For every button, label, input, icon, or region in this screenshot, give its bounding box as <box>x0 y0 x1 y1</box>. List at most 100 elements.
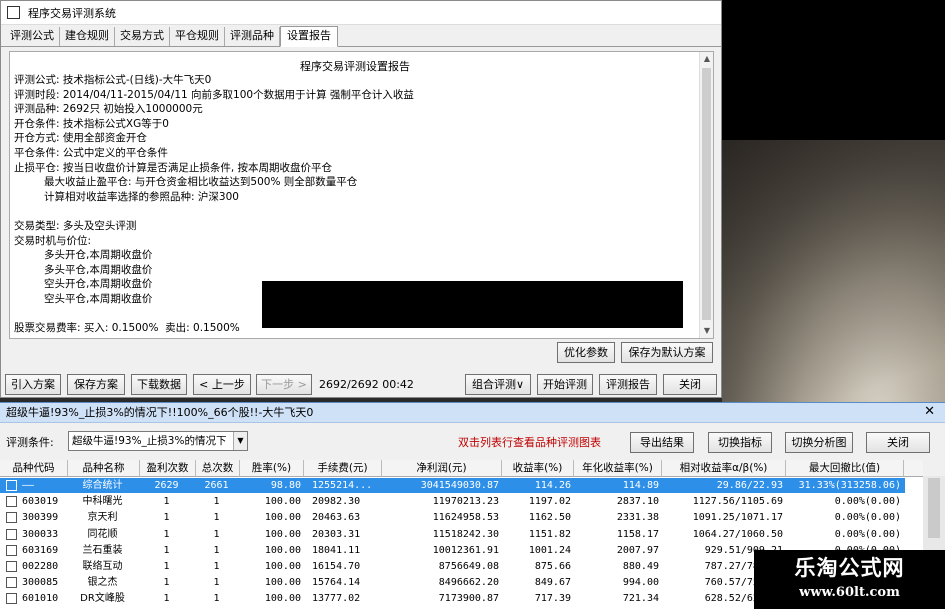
combo-eval-button[interactable]: 组合评测∨ <box>465 374 531 395</box>
table-cell: 1 <box>163 544 170 556</box>
row-checkbox[interactable] <box>6 480 17 491</box>
table-cell: 同花顺 <box>87 528 118 540</box>
table-cell: 880.49 <box>622 561 659 572</box>
tab-trade-mode[interactable]: 交易方式 <box>115 27 170 46</box>
row-checkbox[interactable] <box>6 544 17 556</box>
table-cell: 2007.97 <box>616 544 659 556</box>
column-header[interactable]: 盈利次数 <box>140 460 196 477</box>
table-cell: 1 <box>163 577 170 589</box>
column-header[interactable]: 品种名称 <box>68 460 140 477</box>
table-cell: 1158.17 <box>616 528 659 540</box>
optimize-params-button[interactable]: 优化参数 <box>557 342 615 363</box>
start-eval-button[interactable]: 开始评测 <box>537 374 593 395</box>
download-data-button[interactable]: 下载数据 <box>131 374 187 395</box>
table-cell: 849.67 <box>534 577 571 589</box>
table-cell: 875.66 <box>534 561 571 572</box>
column-header[interactable]: 收益率(%) <box>502 460 574 477</box>
table-cell: 18041.11 <box>312 544 361 556</box>
report-line: 计算相对收益率选择的参照品种: 沪深300 <box>14 190 239 203</box>
column-header[interactable]: 相对收益率α/β(%) <box>662 460 786 477</box>
table-row[interactable]: —— 综合统计 2629 2661 98.80 1255214... 3041549030.… <box>0 478 905 493</box>
table-cell: 银之杰 <box>87 577 118 589</box>
table-cell: 114.89 <box>622 480 659 491</box>
import-plan-button[interactable]: 引入方案 <box>5 374 61 395</box>
column-header[interactable]: 年化收益率(%) <box>574 460 662 477</box>
table-cell: 7173900.87 <box>438 593 499 605</box>
table-cell: 100.00 <box>264 528 301 540</box>
condition-select-value: 超级牛逼!93%_止损3%的情况下 <box>72 435 227 447</box>
table-cell: 100.00 <box>264 496 301 508</box>
table-cell: 0.00%(0.00) <box>834 512 901 524</box>
tab-open-rules[interactable]: 建仓规则 <box>60 27 115 46</box>
switch-indicator-button[interactable]: 切换指标 <box>708 432 772 453</box>
table-cell: 中科曙光 <box>82 496 123 508</box>
table-cell: 100.00 <box>264 544 301 556</box>
table-cell: 300085 <box>22 577 59 589</box>
row-checkbox[interactable] <box>6 528 17 540</box>
scroll-down-icon[interactable]: ▼ <box>700 324 713 338</box>
eval-report-button[interactable]: 评测报告 <box>599 374 657 395</box>
save-default-button[interactable]: 保存为默认方案 <box>621 342 713 363</box>
table-cell: 100.00 <box>264 512 301 524</box>
table-cell: 联络互动 <box>82 561 123 572</box>
table-row[interactable]: 603019 中科曙光 1 1 100.00 20982.30 11970213.23 119… <box>0 494 905 509</box>
column-header[interactable]: 品种代码 <box>0 460 68 477</box>
table-cell: 2331.38 <box>616 512 659 524</box>
save-plan-button[interactable]: 保存方案 <box>67 374 125 395</box>
condition-select[interactable]: 超级牛逼!93%_止损3%的情况下 ▼ <box>68 431 248 451</box>
table-cell: 1 <box>163 593 170 605</box>
table-cell: 721.34 <box>622 593 659 605</box>
report-scrollbar[interactable]: ▲ ▼ <box>699 52 713 338</box>
tab-close-rules[interactable]: 平仓规则 <box>170 27 225 46</box>
column-header[interactable]: 最大回撤比(值) <box>786 460 904 477</box>
tab-formula[interactable]: 评测公式 <box>5 27 60 46</box>
report-line: 交易时机与价位: <box>14 234 92 247</box>
column-header[interactable]: 净利润(元) <box>382 460 502 477</box>
report-line: 评测品种: 2692只 初始投入1000000元 <box>14 103 203 116</box>
row-checkbox[interactable] <box>6 577 17 589</box>
black-redaction-box <box>262 281 683 328</box>
switch-chart-button[interactable]: 切换分析图 <box>785 432 853 453</box>
table-cell: 29.86/22.93 <box>716 480 783 491</box>
watermark-line1: 乐淘公式网 <box>794 556 905 580</box>
close-result-button[interactable]: 关闭 <box>866 432 930 453</box>
table-cell: 1127.56/1105.69 <box>692 496 783 508</box>
table-scroll-thumb[interactable] <box>928 478 940 538</box>
row-checkbox[interactable] <box>6 496 17 508</box>
report-title: 程序交易评测设置报告 <box>300 60 410 73</box>
export-results-button[interactable]: 导出结果 <box>630 432 694 453</box>
column-header[interactable]: 胜率(%) <box>240 460 304 477</box>
tab-report[interactable]: 设置报告 <box>280 26 338 47</box>
table-cell: 16154.70 <box>312 561 361 572</box>
scroll-up-icon[interactable]: ▲ <box>700 52 713 66</box>
column-header[interactable]: 手续费(元) <box>304 460 382 477</box>
table-row[interactable]: 300399 京天利 1 1 100.00 20463.63 11624958.53 1162… <box>0 510 905 525</box>
scroll-thumb[interactable] <box>702 68 711 320</box>
table-row[interactable]: 300033 同花顺 1 1 100.00 20303.31 11518242.30 1151… <box>0 527 905 542</box>
chevron-down-icon[interactable]: ▼ <box>233 432 247 450</box>
column-header[interactable]: 总次数 <box>196 460 240 477</box>
doubleclick-hint: 双击列表行查看品种评测图表 <box>458 436 601 449</box>
table-cell: 603019 <box>22 496 59 508</box>
watermark-line2: www.60lt.com <box>799 585 900 600</box>
table-cell: DR文峰股 <box>80 593 125 605</box>
row-checkbox[interactable] <box>6 593 17 605</box>
table-cell: 98.80 <box>270 480 301 491</box>
table-cell: 20303.31 <box>312 528 361 540</box>
table-cell: 2661 <box>204 480 229 491</box>
row-checkbox[interactable] <box>6 512 17 524</box>
next-step-button[interactable]: 下一步 > <box>256 374 312 395</box>
row-checkbox[interactable] <box>6 561 17 572</box>
report-line: 止损平仓: 按当日收盘价计算是否满足止损条件, 按本周期收盘价平仓 <box>14 161 333 174</box>
table-cell: 10012361.91 <box>432 544 499 556</box>
report-line: 开仓条件: 技术指标公式XG等于0 <box>14 117 169 130</box>
table-cell: 1197.02 <box>528 496 571 508</box>
close-icon[interactable]: ✕ <box>924 404 935 419</box>
close-setup-button[interactable]: 关闭 <box>663 374 717 395</box>
prev-step-button[interactable]: < 上一步 <box>193 374 251 395</box>
table-cell: 1 <box>213 528 220 540</box>
table-cell: 114.26 <box>534 480 571 491</box>
report-line: 空头开仓,本周期收盘价 <box>14 278 153 291</box>
tab-stocks[interactable]: 评测品种 <box>225 27 280 46</box>
table-cell: 1 <box>163 512 170 524</box>
